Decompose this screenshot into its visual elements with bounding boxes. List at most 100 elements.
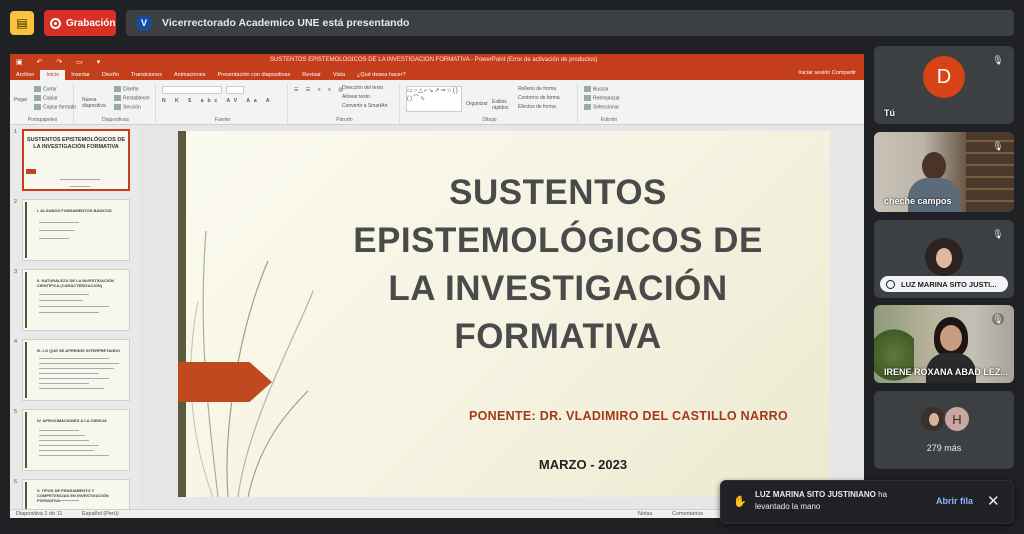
shape-outline-button[interactable]: Contorno de forma <box>518 95 560 101</box>
shared-screen-powerpoint: ▣ ↶ ↷ ▭ ▾ SUSTENTOS EPISTEMOLOGICOS DE L… <box>10 54 864 518</box>
shape-effects-button[interactable]: Efectos de forma <box>518 104 556 110</box>
recording-button[interactable]: Grabación <box>44 10 116 36</box>
current-slide[interactable]: SUSTENTOS EPISTEMOLÓGICOS DE LA INVESTIG… <box>178 131 830 497</box>
participant-tile-self[interactable]: 🎙 D Tú <box>874 46 1014 124</box>
thumb-line <box>39 450 94 451</box>
tab-transiciones[interactable]: Transiciones <box>125 70 168 80</box>
thumb-line <box>39 238 69 239</box>
tab-revisar[interactable]: Revisar <box>296 70 327 80</box>
hand-icon: ✋ <box>733 496 747 508</box>
slide-date: MARZO - 2023 <box>538 457 628 472</box>
language-indicator[interactable]: Español (Perú) <box>82 511 119 517</box>
participant-name: Tú <box>884 108 895 118</box>
thumb-line <box>39 373 99 374</box>
paste-button[interactable]: Pegar <box>14 97 27 103</box>
tell-me-search[interactable]: ¿Qué desea hacer? <box>351 70 412 80</box>
copy-button[interactable]: Copiar <box>34 95 58 101</box>
thumb-line <box>39 445 99 446</box>
layout-button[interactable]: Diseño <box>114 86 139 92</box>
thumb-line <box>39 300 83 301</box>
tab-presentacion[interactable]: Presentación con diapositivas <box>211 70 296 80</box>
activity-document-icon[interactable]: ▤ <box>10 11 34 35</box>
thumb-line <box>39 500 79 501</box>
close-icon[interactable]: ✕ <box>987 492 1000 510</box>
align-text-button[interactable]: Alinear texto <box>342 94 370 100</box>
slide-thumbnail-2[interactable]: I. ALGUNOS FUNDAMENTOS BÁSICOS <box>22 199 130 261</box>
thumb-line <box>39 455 109 456</box>
ppt-title-bar: ▣ ↶ ↷ ▭ ▾ SUSTENTOS EPISTEMOLOGICOS DE L… <box>10 54 864 69</box>
tab-inicio[interactable]: Inicio <box>40 70 66 80</box>
sign-in-share[interactable]: Iniciar sesión Compartir <box>798 70 856 76</box>
slide-thumbnail-5[interactable]: IV. APROXIMACIONES A LA CIENCIA <box>22 409 130 471</box>
tab-archivo[interactable]: Archivo <box>10 70 40 80</box>
participant-tile-irene[interactable]: 🎙 IRENE ROXANA ABAD LEZ... <box>874 305 1014 383</box>
reset-button[interactable]: Restablecer <box>114 95 150 101</box>
font-group: N K S abc AV Aa A Fuente <box>158 83 288 123</box>
participant-tile-luz-marina[interactable]: 🎙 LUZ MARINA SITO JUSTI... <box>874 220 1014 298</box>
bookshelf <box>966 132 1014 212</box>
shape-fill-button[interactable]: Relleno de forma <box>518 86 556 92</box>
slide-thumbnail-1[interactable]: SUSTENTOS EPISTEMOLÓGICOS DE LA INVESTIG… <box>22 129 130 191</box>
ppt-window-title: SUSTENTOS EPISTEMOLOGICOS DE LA INVESTIG… <box>270 57 598 63</box>
tab-animaciones[interactable]: Animaciones <box>168 70 212 80</box>
participant-name: cheche campos <box>884 196 952 206</box>
font-name-select[interactable] <box>162 86 222 94</box>
thumb-bar <box>25 272 27 328</box>
grass-decoration <box>190 230 314 497</box>
convert-smartart-button[interactable]: Convertir a SmartArt <box>342 103 388 109</box>
shapes-gallery[interactable]: ▭○△⌐↘↗⇒☆{}()⌒∿ <box>406 86 462 112</box>
new-slide-button[interactable]: Nueva diapositiva <box>82 97 108 109</box>
thumb-title: IV. APROXIMACIONES A LA CIENCIA <box>37 418 107 423</box>
slide-title: SUSTENTOS EPISTEMOLÓGICOS DE LA INVESTIG… <box>353 173 763 356</box>
thumb-line <box>70 186 90 187</box>
participant-tile-cheche[interactable]: 🎙 cheche campos <box>874 132 1014 212</box>
slide-presenter: PONENTE: DR. VLADIMIRO DEL CASTILLO NARR… <box>468 409 788 423</box>
section-button[interactable]: Sección <box>114 104 141 110</box>
layout-icon <box>114 86 121 92</box>
scissors-icon <box>34 86 41 92</box>
mic-off-icon: 🎙 <box>992 54 1004 65</box>
thumb-line <box>39 435 85 436</box>
tab-vista[interactable]: Vista <box>327 70 351 80</box>
thumb-line <box>39 430 79 431</box>
thumb-line <box>60 179 100 180</box>
paragraph-group: ☰ ☰ ≡ ≡ ▥ Dirección del texto Alinear te… <box>290 83 400 123</box>
font-label: Fuente <box>214 117 231 123</box>
paragraph-icons[interactable]: ☰ ☰ ≡ ≡ ▥ <box>294 87 346 93</box>
slide-thumbnail-3[interactable]: II. NATURALEZA DE LA INVESTIGACIÓN CIENT… <box>22 269 130 331</box>
participant-name: LUZ MARINA SITO JUSTI... <box>901 279 997 289</box>
tab-diseno[interactable]: Diseño <box>96 70 125 80</box>
slide-thumbnail-4[interactable]: III. LO QUE SE APRENDE INTERPRETANDO <box>22 339 130 401</box>
arrange-button[interactable]: Organizar <box>466 101 488 107</box>
quick-styles-button[interactable]: Estilos rápidos <box>492 99 514 111</box>
quick-access-icons[interactable]: ▣ ↶ ↷ ▭ ▾ <box>16 58 106 66</box>
replace-icon <box>584 95 591 101</box>
reset-icon <box>114 95 121 101</box>
presenting-text: Vicerrectorado Academico UNE está presen… <box>162 17 410 29</box>
thumb-title: III. LO QUE SE APRENDE INTERPRETANDO <box>37 348 121 353</box>
notes-button[interactable]: Notas <box>638 511 652 517</box>
raised-hand-notification: ✋ LUZ MARINA SITO JUSTINIANO ha levantad… <box>720 480 1014 524</box>
thumb-line <box>39 383 89 384</box>
font-format-icons[interactable]: N K S abc AV Aa A <box>162 98 274 104</box>
find-button[interactable]: Buscar <box>584 86 609 92</box>
ppt-ribbon-tabs: Archivo Inicio Insertar Diseño Transicio… <box>10 69 864 80</box>
thumb-arrow <box>26 169 36 174</box>
text-direction-button[interactable]: Dirección del texto <box>342 85 383 91</box>
slide-counter: Diapositiva 1 de 11 <box>16 511 63 517</box>
open-queue-button[interactable]: Abrir fila <box>936 496 973 506</box>
font-size-select[interactable] <box>226 86 244 94</box>
thumb-number: 4 <box>14 339 18 345</box>
more-participants-tile[interactable]: H 279 más <box>874 391 1014 469</box>
comments-button[interactable]: Comentarios <box>672 511 703 517</box>
replace-button[interactable]: Reemplazar <box>584 95 620 101</box>
thumb-number: 3 <box>14 269 18 275</box>
thumb-line <box>39 440 89 441</box>
avatar: H <box>943 405 971 433</box>
select-button[interactable]: Seleccionar <box>584 104 619 110</box>
cut-button[interactable]: Cortar <box>34 86 57 92</box>
tab-insertar[interactable]: Insertar <box>65 70 96 80</box>
avatar <box>925 238 963 276</box>
format-painter-button[interactable]: Copiar formato <box>34 104 76 110</box>
thumb-line <box>39 363 119 364</box>
